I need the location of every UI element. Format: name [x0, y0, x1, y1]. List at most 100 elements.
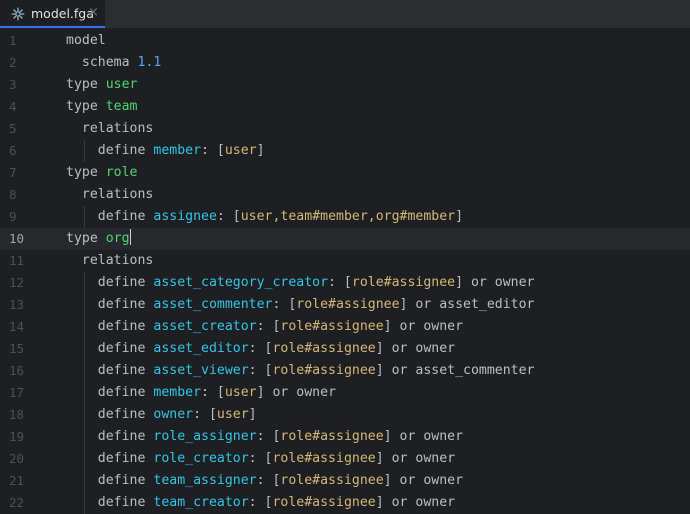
- token-rel: team_assigner: [153, 473, 257, 488]
- code-line[interactable]: 9 define assignee: [user,team#member,org#…: [0, 206, 690, 228]
- line-number: 1: [9, 33, 17, 48]
- token-kw: relations: [81, 187, 154, 202]
- token-ref: role#assignee: [272, 363, 376, 378]
- code-line[interactable]: 1 model: [0, 30, 690, 52]
- line-number: 20: [9, 451, 25, 466]
- code-text: type org: [66, 228, 132, 250]
- line-number: 12: [9, 275, 25, 290]
- token-punct: : [: [248, 341, 273, 356]
- code-line[interactable]: 2 schema 1.1: [0, 52, 690, 74]
- code-line[interactable]: 18 define owner: [user]: [0, 404, 690, 426]
- code-line[interactable]: 13 define asset_commenter: [role#assignee…: [0, 294, 690, 316]
- line-number: 13: [9, 297, 25, 312]
- code-line[interactable]: 12 define asset_category_creator: [role#a…: [0, 272, 690, 294]
- code-text: define asset_viewer: [role#assignee] or …: [98, 360, 535, 382]
- token-ref: role#assignee: [280, 473, 384, 488]
- token-tname: role: [105, 165, 138, 180]
- token-kw: define: [97, 341, 154, 356]
- token-punct: ] or owner: [375, 341, 456, 356]
- token-punct: : [: [256, 429, 281, 444]
- code-text: define owner: [user]: [98, 404, 257, 426]
- token-rel: asset_commenter: [153, 297, 273, 312]
- code-text: define team_assigner: [role#assignee] or…: [98, 470, 463, 492]
- token-kw: type: [66, 99, 106, 114]
- close-icon[interactable]: ×: [88, 5, 99, 20]
- tab-model-fga[interactable]: model.fga ×: [0, 0, 105, 28]
- code-text: define asset_creator: [role#assignee] or…: [98, 316, 463, 338]
- code-line[interactable]: 15 define asset_editor: [role#assignee] o…: [0, 338, 690, 360]
- token-ref: user: [224, 385, 257, 400]
- code-line[interactable]: 14 define asset_creator: [role#assignee] …: [0, 316, 690, 338]
- token-kw: define: [97, 473, 154, 488]
- token-punct: ]: [256, 143, 265, 158]
- token-kw: schema: [81, 55, 138, 70]
- code-text: define member: [user] or owner: [98, 382, 336, 404]
- token-punct: : [: [248, 451, 273, 466]
- token-punct: : [: [216, 209, 241, 224]
- line-number: 3: [9, 77, 17, 92]
- code-line[interactable]: 16 define asset_viewer: [role#assignee] o…: [0, 360, 690, 382]
- token-kw: define: [97, 209, 154, 224]
- code-text: define role_assigner: [role#assignee] or…: [98, 426, 463, 448]
- code-text: type role: [66, 162, 137, 184]
- token-punct: : [: [272, 297, 297, 312]
- token-kw: relations: [81, 121, 154, 136]
- token-tname: team: [105, 99, 138, 114]
- token-kw: model: [66, 33, 106, 48]
- token-punct: ] or owner: [383, 319, 464, 334]
- token-kw: type: [66, 231, 106, 246]
- code-line[interactable]: 5 relations: [0, 118, 690, 140]
- token-kw: define: [97, 363, 154, 378]
- code-text: define team_creator: [role#assignee] or …: [98, 492, 455, 514]
- code-line[interactable]: 4 type team: [0, 96, 690, 118]
- code-line[interactable]: 17 define member: [user] or owner: [0, 382, 690, 404]
- token-kw: define: [97, 407, 154, 422]
- code-line[interactable]: 10 type org: [0, 228, 690, 250]
- token-rel: role_creator: [153, 451, 249, 466]
- token-kw: define: [97, 495, 154, 510]
- token-num: 1.1: [137, 55, 162, 70]
- token-ref: role#assignee: [296, 297, 400, 312]
- line-number: 14: [9, 319, 25, 334]
- indent-guide: [83, 206, 85, 228]
- token-punct: ] or owner: [383, 473, 464, 488]
- code-text: type user: [66, 74, 137, 96]
- code-text: relations: [82, 118, 153, 140]
- code-text: define asset_category_creator: [role#ass…: [98, 272, 535, 294]
- token-kw: define: [97, 275, 154, 290]
- token-rel: asset_category_creator: [153, 275, 329, 290]
- line-number: 19: [9, 429, 25, 444]
- code-line[interactable]: 8 relations: [0, 184, 690, 206]
- token-kw: type: [66, 165, 106, 180]
- code-text: define role_creator: [role#assignee] or …: [98, 448, 455, 470]
- token-ref: role#assignee: [351, 275, 456, 290]
- line-number: 21: [9, 473, 25, 488]
- token-rel: asset_editor: [153, 341, 249, 356]
- code-line[interactable]: 20 define role_creator: [role#assignee] o…: [0, 448, 690, 470]
- code-line[interactable]: 7 type role: [0, 162, 690, 184]
- token-punct: : [: [256, 319, 281, 334]
- indent-guide: [83, 272, 85, 514]
- token-kw: relations: [81, 253, 154, 268]
- line-number: 5: [9, 121, 17, 136]
- openfga-model-icon: [11, 7, 25, 21]
- code-line[interactable]: 22 define team_creator: [role#assignee] o…: [0, 492, 690, 514]
- code-line[interactable]: 3 type user: [0, 74, 690, 96]
- line-number: 15: [9, 341, 25, 356]
- line-number: 22: [9, 495, 25, 510]
- token-punct: : [: [201, 143, 225, 158]
- line-number: 2: [9, 55, 17, 70]
- line-number: 8: [9, 187, 17, 202]
- code-text: relations: [82, 250, 153, 272]
- token-kw: define: [97, 143, 154, 158]
- code-editor[interactable]: 1 model 2 schema 1.1 3 type user 4 type team 5 re…: [0, 30, 690, 514]
- token-kw: define: [97, 297, 154, 312]
- token-kw: define: [97, 429, 154, 444]
- code-line[interactable]: 11 relations: [0, 250, 690, 272]
- code-text: define assignee: [user,team#member,org#m…: [98, 206, 463, 228]
- code-line[interactable]: 6 define member: [user]: [0, 140, 690, 162]
- token-ref: role#assignee: [272, 495, 376, 510]
- code-text: type team: [66, 96, 137, 118]
- code-line[interactable]: 21 define team_assigner: [role#assignee] …: [0, 470, 690, 492]
- code-line[interactable]: 19 define role_assigner: [role#assignee] …: [0, 426, 690, 448]
